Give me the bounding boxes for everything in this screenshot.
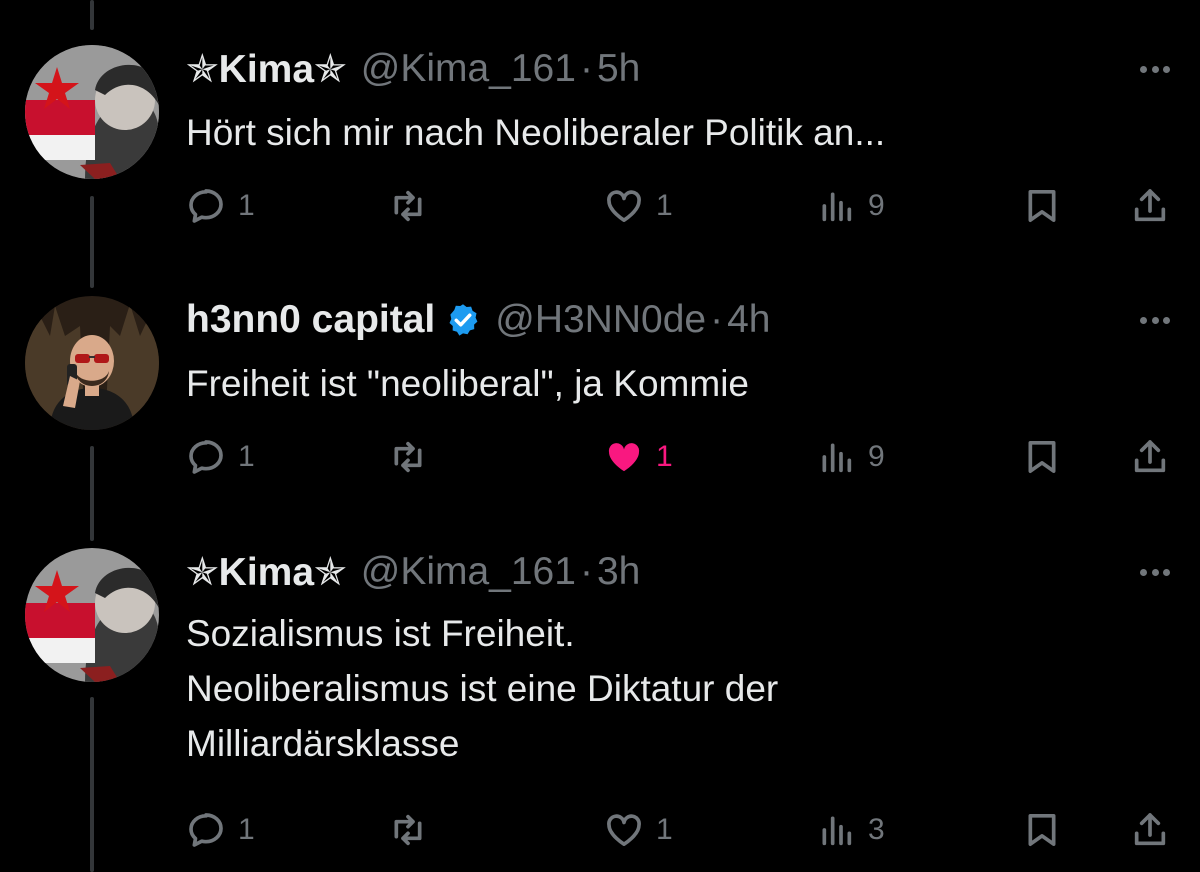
retweet-icon	[394, 814, 422, 846]
views-button[interactable]: 3	[816, 805, 885, 855]
user-handle[interactable]: @H3NN0de	[495, 298, 706, 342]
bookmark-button[interactable]	[1022, 181, 1062, 231]
retweet-icon	[394, 190, 422, 222]
bookmark-icon	[1028, 814, 1056, 846]
user-handle[interactable]: @Kima_161	[361, 550, 576, 594]
share-icon	[1134, 813, 1166, 846]
heart-icon	[607, 814, 641, 846]
tweet-text: Freiheit ist "neoliberal", ja Kommie	[186, 363, 749, 404]
heart-icon	[607, 190, 641, 223]
share-button[interactable]	[1130, 432, 1170, 482]
reply-icon	[189, 813, 223, 847]
bookmark-button[interactable]	[1022, 432, 1062, 482]
reply-count: 1	[238, 440, 255, 473]
timestamp[interactable]: 3h	[597, 550, 640, 594]
more-dot-icon	[1151, 568, 1159, 576]
bookmark-button[interactable]	[1022, 805, 1062, 855]
share-icon	[1134, 189, 1166, 222]
more-dot-icon	[1140, 568, 1147, 576]
henno-avatar-icon	[25, 296, 159, 430]
reply-button[interactable]: 1	[186, 805, 255, 855]
separator-dot: ·	[579, 47, 593, 90]
retweet-button[interactable]	[388, 432, 428, 482]
views-icon	[822, 443, 852, 473]
view-count: 9	[868, 440, 885, 473]
like-count: 1	[656, 813, 673, 846]
bookmark-icon	[1028, 441, 1056, 473]
reply-icon	[189, 189, 223, 223]
action-bar: 1 1 9	[0, 432, 1200, 482]
kima-avatar-icon	[25, 45, 159, 179]
tweet-header: ✯Kima✯ @Kima_161 · 3h	[186, 550, 640, 595]
more-dot-icon	[1151, 65, 1159, 73]
separator-dot: ·	[579, 550, 593, 593]
more-dot-icon	[1140, 65, 1147, 73]
more-dot-icon	[1163, 65, 1170, 73]
more-dot-icon	[1140, 316, 1147, 324]
display-name[interactable]: ✯Kima✯	[186, 550, 347, 595]
view-count: 3	[868, 813, 885, 846]
share-button[interactable]	[1130, 181, 1170, 231]
more-options-button[interactable]	[1140, 566, 1170, 578]
retweet-button[interactable]	[388, 805, 428, 855]
display-name[interactable]: ✯Kima✯	[186, 47, 347, 92]
reply-button[interactable]: 1	[186, 432, 255, 482]
verified-badge-icon	[445, 302, 481, 338]
views-button[interactable]: 9	[816, 181, 885, 231]
like-button[interactable]: 1	[604, 805, 673, 855]
share-button[interactable]	[1130, 805, 1170, 855]
like-button[interactable]: 1	[604, 432, 673, 482]
views-button[interactable]: 9	[816, 432, 885, 482]
timestamp[interactable]: 5h	[597, 47, 640, 91]
timestamp[interactable]: 4h	[727, 298, 770, 342]
avatar[interactable]	[25, 296, 159, 430]
avatar[interactable]	[25, 548, 159, 682]
user-handle[interactable]: @Kima_161	[361, 47, 576, 91]
reply-button[interactable]: 1	[186, 181, 255, 231]
like-count: 1	[656, 189, 673, 222]
tweet-text: Hört sich mir nach Neoliberaler Politik …	[186, 112, 886, 153]
separator-dot: ·	[710, 298, 724, 341]
action-bar: 1 1 9	[0, 181, 1200, 231]
tweet-header: ✯Kima✯ @Kima_161 · 5h	[186, 47, 640, 92]
like-button[interactable]: 1	[604, 181, 673, 231]
share-icon	[1134, 440, 1166, 473]
kima-avatar-icon	[25, 548, 159, 682]
thread-line-top	[90, 0, 94, 30]
reply-icon	[189, 440, 223, 474]
more-dot-icon	[1163, 316, 1170, 324]
reply-count: 1	[238, 813, 255, 846]
bookmark-icon	[1028, 190, 1056, 223]
view-count: 9	[868, 189, 885, 222]
reply-count: 1	[238, 189, 255, 222]
more-options-button[interactable]	[1140, 63, 1170, 75]
avatar[interactable]	[25, 45, 159, 179]
like-count: 1	[656, 440, 673, 473]
tweet-text: Sozialismus ist Freiheit. Neoliberalismu…	[186, 613, 779, 764]
action-bar: 1 1 3	[0, 805, 1200, 855]
heart-filled-icon	[608, 443, 640, 472]
retweet-icon	[394, 441, 422, 473]
retweet-button[interactable]	[388, 181, 428, 231]
more-dot-icon	[1151, 316, 1159, 324]
more-options-button[interactable]	[1140, 314, 1170, 326]
tweet-header: h3nn0 capital @H3NN0de · 4h	[186, 298, 770, 342]
more-dot-icon	[1163, 568, 1170, 576]
views-icon	[822, 816, 852, 846]
views-icon	[822, 192, 852, 222]
display-name[interactable]: h3nn0 capital	[186, 298, 435, 342]
